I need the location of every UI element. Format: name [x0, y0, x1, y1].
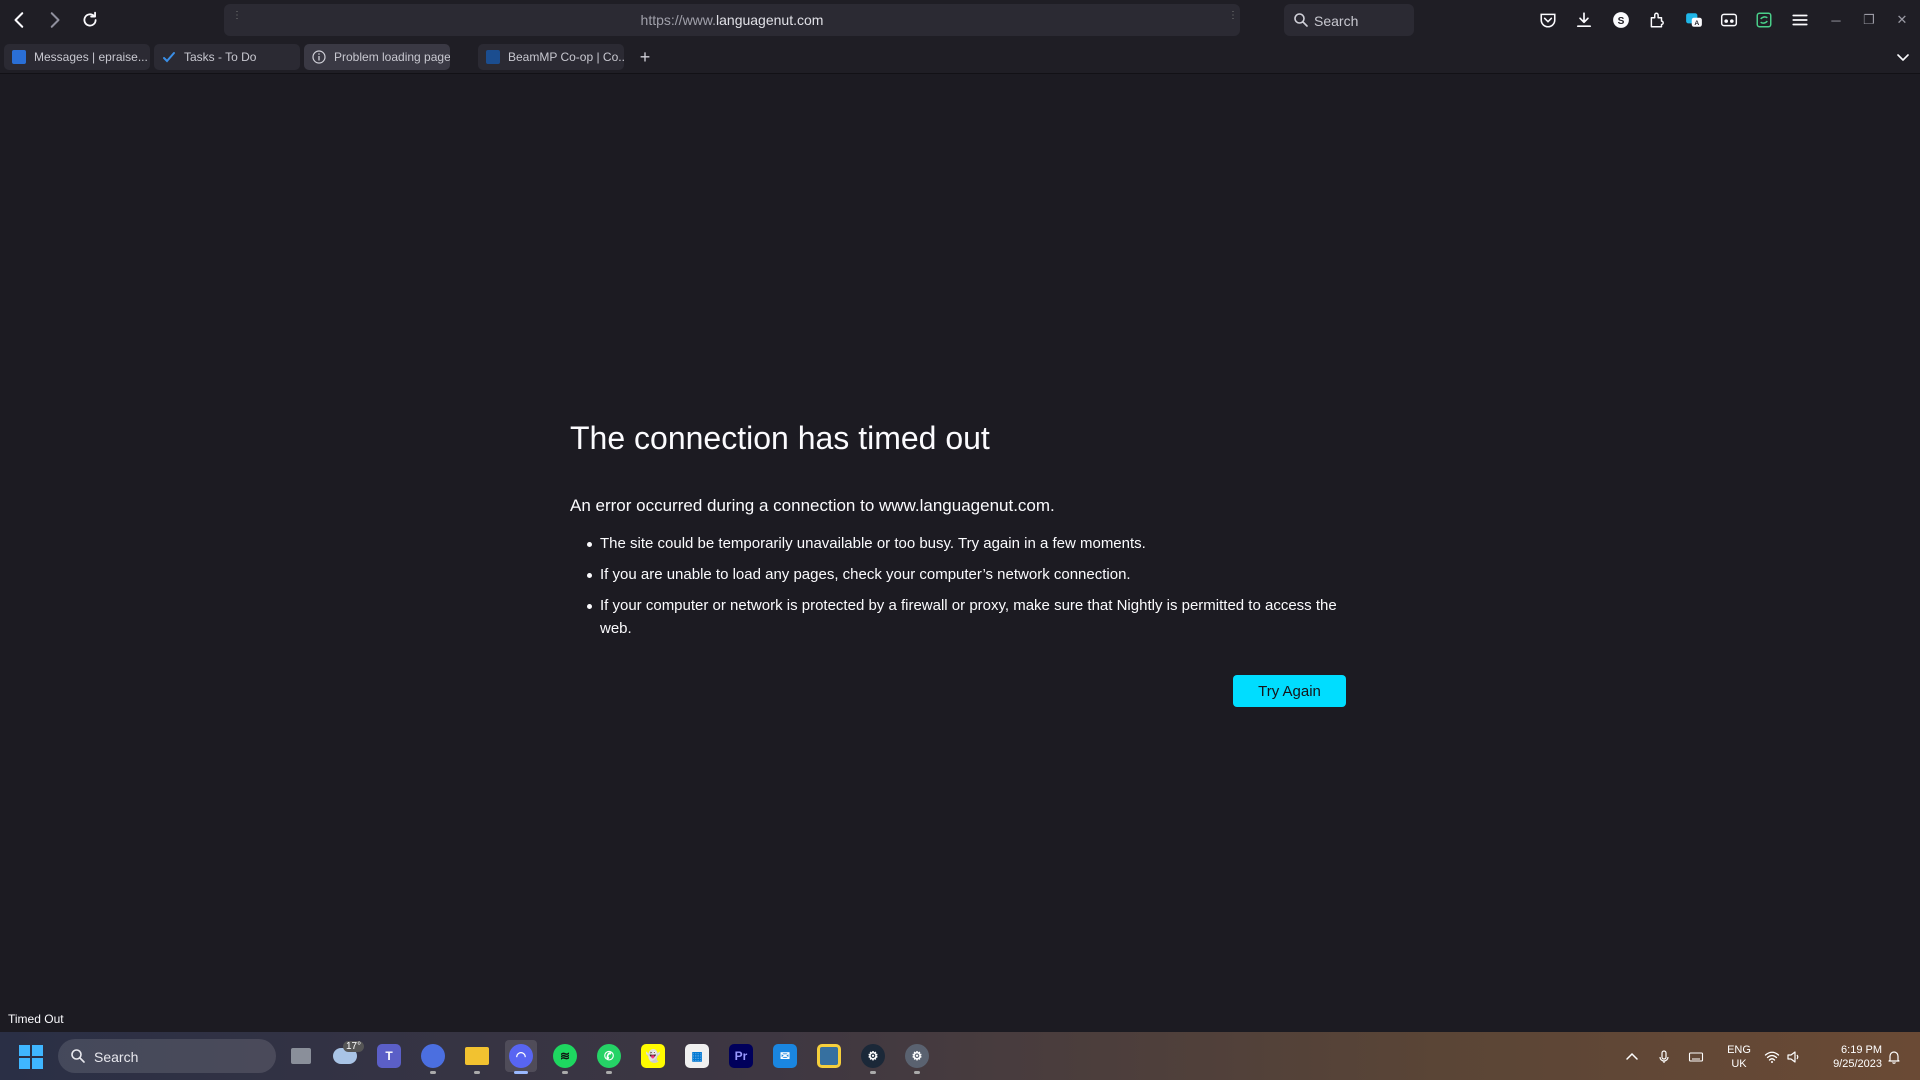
extension-s-icon[interactable]: S — [1611, 10, 1631, 30]
overflow-handle-icon: ⋮ — [1228, 10, 1238, 21]
weather-temperature: 17° — [343, 1041, 365, 1052]
downloads-icon[interactable] — [1574, 10, 1594, 30]
reader-icon[interactable] — [1719, 10, 1739, 30]
restore-button[interactable]: ❐ — [1857, 8, 1881, 32]
tab-strip: Messages | epraise... Tasks - To Do Prob… — [0, 40, 1920, 74]
start-button[interactable] — [18, 1044, 44, 1070]
keyboard-icon[interactable] — [1687, 1048, 1705, 1066]
tab-problem-loading[interactable]: Problem loading page — [304, 44, 450, 70]
forward-button[interactable] — [40, 6, 68, 34]
task-view-icon[interactable] — [285, 1040, 317, 1072]
minimize-button[interactable]: ─ — [1824, 8, 1848, 32]
tab-beammp[interactable]: BeamMP Co-op | Co... — [478, 44, 624, 70]
error-description: An error occurred during a connection to… — [570, 496, 1055, 515]
tab-title: BeamMP Co-op | Co... — [508, 50, 624, 64]
list-item: If you are unable to load any pages, che… — [570, 563, 1350, 586]
language-code: ENG — [1727, 1044, 1751, 1056]
search-icon — [1294, 13, 1308, 27]
forward-arrow-icon — [50, 12, 60, 28]
url-prefix: https://www. — [640, 12, 717, 28]
browser-toolbar: ⋮ https://www.languagenut.com ⋮ Search S… — [0, 0, 1920, 40]
file-explorer-icon[interactable] — [461, 1040, 493, 1074]
sync-icon[interactable] — [1754, 10, 1774, 30]
tab-title: Tasks - To Do — [184, 50, 257, 64]
windows-logo-icon — [19, 1045, 43, 1069]
firefox-nightly-icon[interactable] — [417, 1040, 449, 1074]
settings-icon[interactable]: ⚙ — [901, 1040, 933, 1074]
error-title: The connection has timed out — [570, 420, 990, 456]
mail-icon[interactable]: ✉ — [769, 1040, 801, 1072]
translate-icon[interactable]: A — [1684, 10, 1704, 30]
svg-text:S: S — [1618, 16, 1625, 27]
todo-check-icon — [162, 50, 176, 64]
microsoft-store-icon[interactable]: ▦ — [681, 1040, 713, 1072]
beammp-favicon-icon — [486, 50, 500, 64]
back-arrow-icon — [14, 12, 24, 28]
clock-date: 9/25/2023 — [1833, 1058, 1882, 1070]
clock-time: 6:19 PM — [1841, 1044, 1882, 1056]
search-bar[interactable]: Search — [1284, 4, 1414, 36]
discord-icon[interactable]: ◠ — [505, 1040, 537, 1074]
try-again-button[interactable]: Try Again — [1233, 675, 1346, 707]
back-button[interactable] — [6, 6, 34, 34]
url-text: https://www.languagenut.com — [224, 12, 1240, 28]
steam-icon[interactable]: ⚙ — [857, 1040, 889, 1074]
extensions-icon[interactable] — [1647, 10, 1667, 30]
wifi-icon[interactable] — [1763, 1048, 1781, 1066]
tab-messages[interactable]: Messages | epraise... — [4, 44, 150, 70]
whatsapp-icon[interactable]: ✆ — [593, 1040, 625, 1074]
list-item: The site could be temporarily unavailabl… — [570, 532, 1350, 555]
teams-icon[interactable]: T — [373, 1040, 405, 1072]
premiere-pro-icon[interactable]: Pr — [725, 1040, 757, 1072]
system-clock[interactable]: 6:19 PM 9/25/2023 — [1810, 1043, 1882, 1071]
show-hidden-icons-chevron-up-icon[interactable] — [1623, 1048, 1641, 1066]
reload-icon — [83, 11, 97, 27]
tab-tasks[interactable]: Tasks - To Do — [154, 44, 300, 70]
error-suggestions-list: The site could be temporarily unavailabl… — [570, 532, 1350, 648]
snapchat-icon[interactable]: 👻 — [637, 1040, 669, 1072]
close-button[interactable]: ✕ — [1890, 8, 1914, 32]
reload-button[interactable] — [76, 6, 104, 34]
language-region: UK — [1731, 1058, 1747, 1070]
notification-bell-icon[interactable] — [1885, 1048, 1903, 1066]
microphone-icon[interactable] — [1655, 1048, 1673, 1066]
input-language[interactable]: ENG UK — [1722, 1043, 1756, 1071]
volume-icon[interactable] — [1785, 1048, 1803, 1066]
search-icon — [71, 1049, 85, 1063]
search-placeholder: Search — [1314, 13, 1359, 29]
taskbar-search[interactable]: Search — [58, 1039, 276, 1073]
spotify-icon[interactable]: ≋ — [549, 1040, 581, 1074]
tab-title: Problem loading page — [334, 50, 450, 64]
new-tab-button[interactable]: + — [632, 44, 658, 70]
info-icon — [312, 50, 326, 64]
menu-icon[interactable] — [1790, 10, 1810, 30]
svg-text:A: A — [1694, 20, 1699, 27]
tab-title: Messages | epraise... — [34, 50, 148, 64]
taskbar-search-placeholder: Search — [94, 1049, 139, 1065]
status-text: Timed Out — [0, 1008, 72, 1030]
url-domain: languagenut.com — [716, 12, 824, 28]
pocket-icon[interactable] — [1538, 10, 1558, 30]
tab-list-chevron-down-icon[interactable] — [1892, 46, 1914, 68]
list-item: If your computer or network is protected… — [570, 594, 1350, 640]
epraise-favicon-icon — [12, 50, 26, 64]
python-icon[interactable] — [813, 1040, 845, 1072]
address-bar[interactable]: ⋮ https://www.languagenut.com ⋮ — [224, 4, 1240, 36]
